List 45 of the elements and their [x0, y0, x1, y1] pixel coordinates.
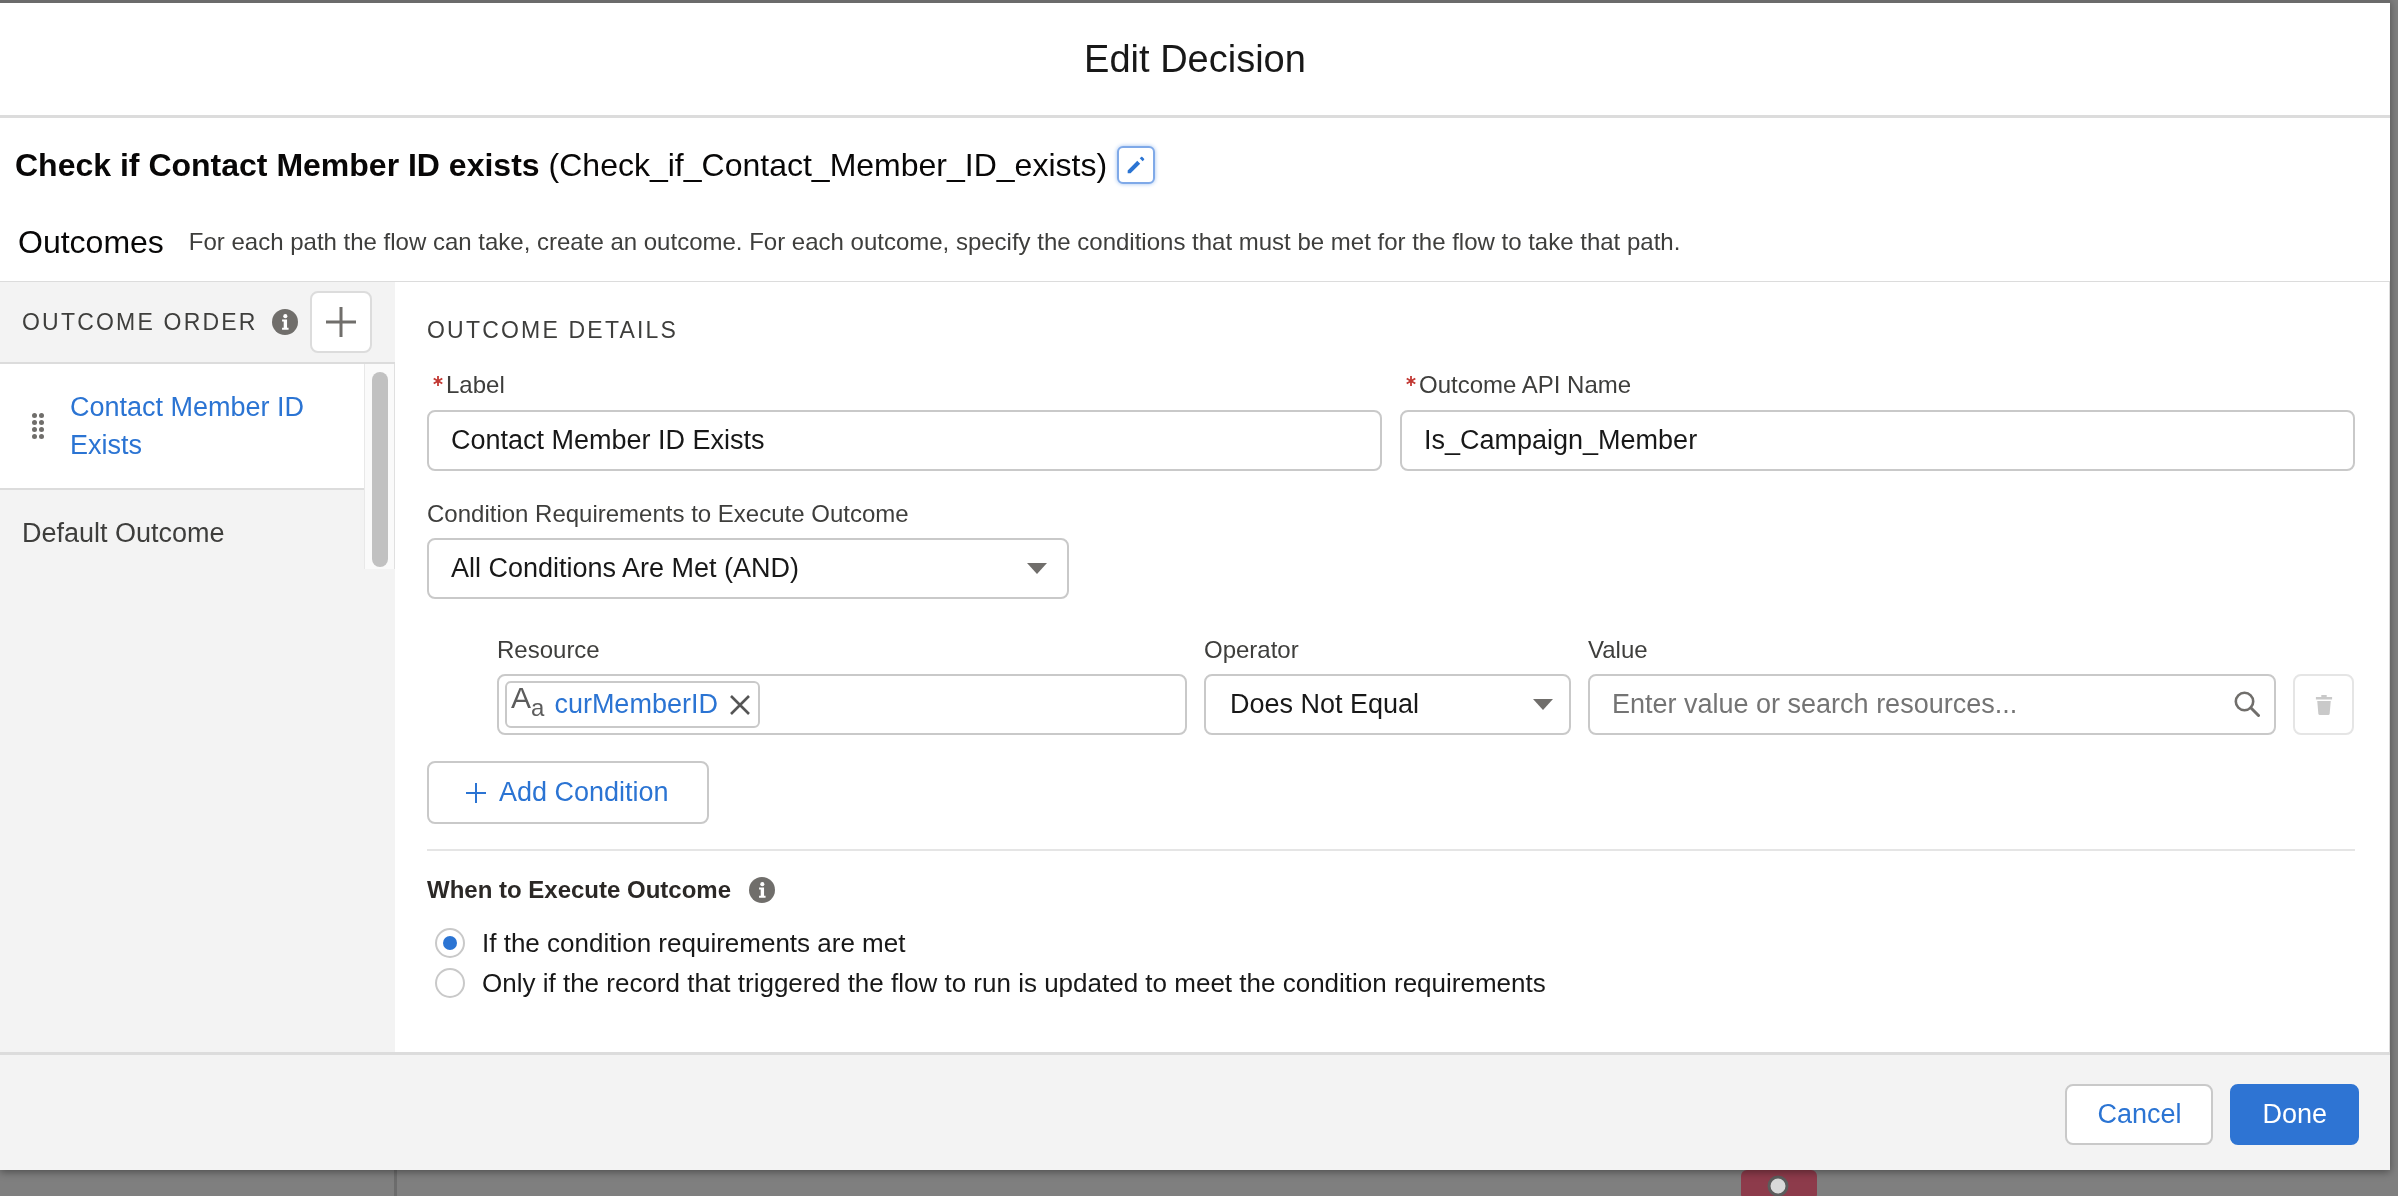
decision-label: Check if Contact Member ID exists [15, 146, 540, 184]
secondary-button[interactable]: Cancel [2065, 1084, 2214, 1145]
radio-button[interactable] [435, 968, 465, 998]
info-icon [271, 309, 298, 335]
field-label: Condition Requirements to Execute Outcome [427, 500, 909, 528]
add-condition-button[interactable]: Add Condition [427, 761, 709, 824]
add-outcome-button[interactable] [309, 291, 372, 353]
resource-label: Resource [497, 636, 600, 664]
modal-title: Edit Decision [1084, 37, 1306, 81]
when-to-execute-heading: When to Execute Outcome [427, 876, 732, 904]
remove-pill-button[interactable] [729, 694, 750, 715]
resource-field[interactable]: A$_{a}$ curMemberID [497, 674, 1187, 735]
resource-pill[interactable]: A$_{a}$ curMemberID [505, 681, 760, 728]
text-type-icon: A$_{a}$ [511, 683, 545, 726]
radio-button[interactable] [435, 928, 465, 958]
edit-button[interactable] [1117, 146, 1156, 184]
field-label: Label [446, 371, 505, 399]
field-label: Outcome API Name [1419, 371, 1632, 399]
operator-dropdown[interactable]: Does Not Equal [1204, 674, 1571, 735]
section-title: Outcomes [18, 223, 164, 261]
search-icon [2234, 691, 2260, 717]
decision-api-name: (Check_if_Contact_Member_ID_exists) [548, 146, 1108, 184]
radio-option[interactable]: If the condition requirements are met [427, 923, 906, 963]
section-description: For each path the flow can take, create an outcome. For each outcome, specify the conditions that must be met for the flow to take that path. [188, 228, 1681, 256]
close-icon [729, 694, 750, 715]
plus-icon [325, 307, 356, 337]
outcome-list-item[interactable]: Contact Member ID Exists [0, 364, 364, 490]
condition-logic-dropdown[interactable]: All Conditions Are Met (AND) [427, 538, 1069, 599]
caret-down-icon [1533, 699, 1553, 710]
value-label: Value [1588, 636, 1648, 664]
radio-option[interactable]: Only if the record that triggered the flow to run is updated to meet the condition requirements [427, 963, 1546, 1003]
trash-icon [2314, 694, 2333, 715]
info-icon [749, 877, 776, 903]
pencil-icon [1126, 155, 1147, 175]
outcome-list-item[interactable]: Default Outcome [0, 490, 364, 569]
outcome-order-heading: OUTCOME ORDER [22, 308, 258, 336]
outcome-details-heading: OUTCOME DETAILS [427, 316, 679, 344]
caret-down-icon [1027, 563, 1047, 574]
primary-button[interactable]: Done [2230, 1084, 2359, 1145]
operator-label: Operator [1204, 636, 1299, 664]
plus-icon [466, 782, 486, 803]
scrollbar-thumb[interactable] [371, 372, 388, 567]
value-search-field[interactable]: Enter value or search resources... [1588, 674, 2276, 735]
text-input[interactable]: Contact Member ID Exists [427, 410, 1382, 471]
text-input[interactable]: Is_Campaign_Member [1400, 410, 2355, 471]
